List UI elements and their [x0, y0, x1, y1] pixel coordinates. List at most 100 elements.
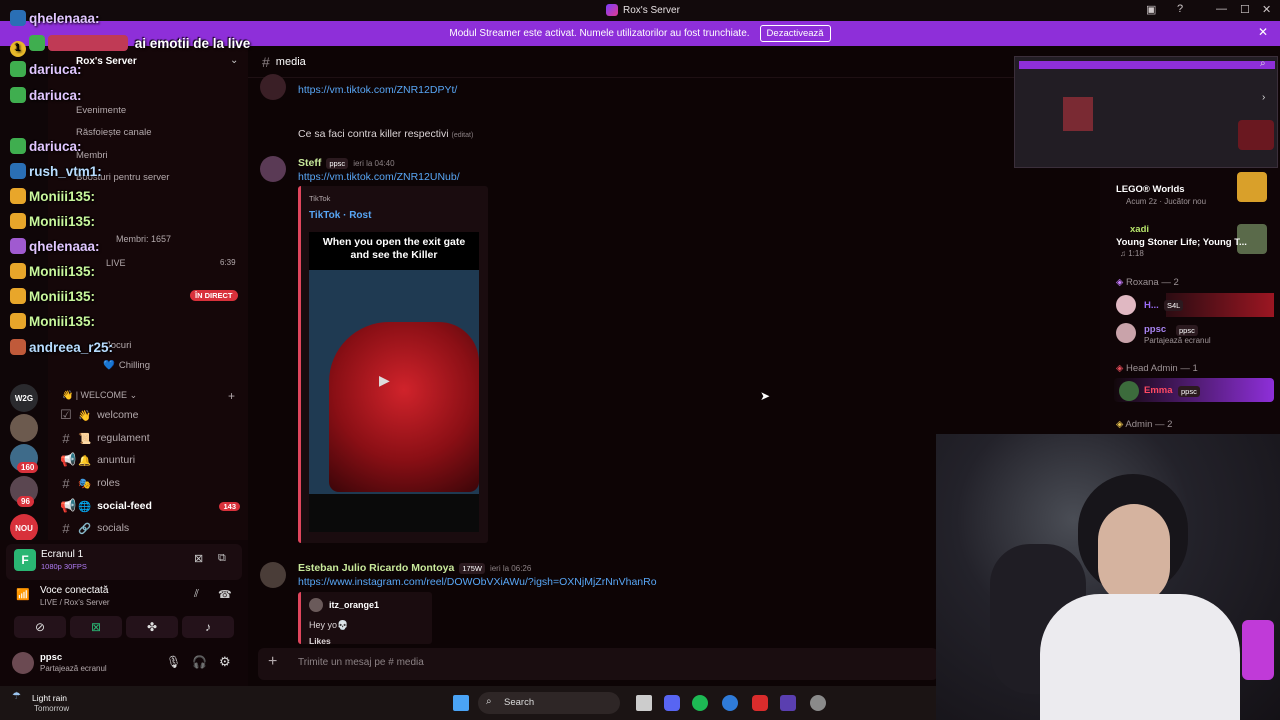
avatar[interactable]	[260, 562, 286, 588]
activity-name[interactable]: LEGO® Worlds	[1116, 184, 1185, 195]
timestamp: ieri la 04:40	[353, 158, 395, 168]
channel-socials[interactable]: # 🔗 socials	[60, 518, 129, 538]
server-mention-badge-2: 96	[17, 496, 34, 507]
banner-close-icon[interactable]: ✕	[1258, 25, 1268, 39]
live-channel[interactable]: LIVE	[106, 258, 126, 268]
server-w2g[interactable]: W2G	[10, 384, 38, 412]
chevron-down-icon[interactable]: ⌄	[230, 55, 238, 66]
channel-anunturi[interactable]: 📢 🔔 anunturi	[60, 450, 135, 470]
avatar[interactable]	[260, 74, 286, 100]
activity-song[interactable]: Young Stoner Life; Young T...	[1116, 237, 1247, 248]
app-red-icon[interactable]	[752, 695, 768, 711]
category-welcome[interactable]: 👋 | WELCOME ⌄	[62, 390, 137, 401]
menu-boosts[interactable]: Boosturi pentru server	[76, 172, 169, 183]
member-name[interactable]: H...	[1144, 300, 1159, 311]
search-icon[interactable]: ⌕	[1260, 58, 1266, 69]
user-avatar[interactable]	[12, 652, 34, 674]
channel-name: roles	[97, 477, 120, 489]
member-name[interactable]: Emma	[1144, 385, 1173, 396]
server-new-badge[interactable]: NOU	[10, 514, 38, 542]
message-link[interactable]: https://vm.tiktok.com/ZNR12UNub/	[298, 171, 460, 183]
hash-icon: #	[62, 475, 70, 491]
file-explorer-icon[interactable]	[636, 695, 652, 711]
close-window-button[interactable]: ✕	[1262, 3, 1271, 16]
member-group-admin: ◈ Admin — 2	[1116, 419, 1172, 430]
member-group-head-admin: ◈ Head Admin — 1	[1116, 363, 1198, 374]
screen-share-button[interactable]: ⊠	[70, 616, 122, 638]
menu-members[interactable]: Membri	[76, 150, 108, 161]
message-header: Esteban Julio Ricardo Montoya 175W ieri …	[298, 562, 531, 574]
menu-browse-channels[interactable]: Răsfoiește canale	[76, 127, 152, 138]
disconnect-icon[interactable]: ☎	[218, 588, 232, 601]
channel-welcome[interactable]: ☑ 👋 welcome	[60, 405, 138, 425]
maximize-button[interactable]: ☐	[1240, 3, 1250, 16]
close-stream-icon[interactable]: ⊠	[194, 552, 203, 565]
author-name[interactable]: Esteban Julio Ricardo Montoya	[298, 562, 454, 574]
microphone-icon[interactable]: 🎙	[166, 655, 181, 669]
live-badge: ÎN DIRECT	[190, 290, 238, 301]
play-icon[interactable]: ▶	[379, 372, 390, 389]
avatar[interactable]	[1116, 295, 1136, 315]
discord-icon[interactable]	[664, 695, 680, 711]
start-icon[interactable]	[453, 695, 469, 711]
message-link[interactable]: https://www.instagram.com/reel/DOWObVXiA…	[298, 576, 657, 588]
member-name[interactable]: ppsc	[1144, 324, 1166, 335]
channel-social-feed[interactable]: 📢 🌐 social-feed 143	[60, 496, 240, 516]
server-icon-cat[interactable]	[10, 414, 38, 442]
taskbar-search-label: Search	[504, 697, 535, 708]
soundboard-button[interactable]: ♪	[182, 616, 234, 638]
server-name[interactable]: Rox's Server	[76, 56, 137, 67]
channel-chilling[interactable]: 💙 Chilling	[103, 360, 150, 371]
instagram-embed: itz_orange1 Hey yo💀 Likes	[298, 592, 432, 646]
avatar[interactable]	[1119, 381, 1139, 401]
lego-game-icon	[1237, 172, 1267, 202]
avatar[interactable]	[260, 156, 286, 182]
channel-games[interactable]: Jocuri	[106, 340, 131, 351]
channel-name: social-feed	[97, 500, 152, 512]
embed-user[interactable]: itz_orange1	[329, 600, 379, 610]
activities-button[interactable]: ✤	[126, 616, 178, 638]
headphones-icon[interactable]: 🎧	[192, 655, 207, 669]
window-titlebar: Rox's Server ▣ ? — ☐ ✕	[0, 0, 1280, 21]
avatar[interactable]	[1116, 323, 1136, 343]
timestamp: ieri la 06:26	[489, 563, 532, 573]
channel-regulament[interactable]: # 📜 regulament	[60, 428, 150, 448]
voice-connected-sub[interactable]: LIVE / Rox's Server	[40, 598, 110, 607]
add-channel-icon[interactable]: +	[228, 389, 235, 403]
noise-suppress-icon[interactable]: ⫽	[194, 588, 199, 601]
add-attachment-icon[interactable]: +	[268, 653, 277, 671]
settings-gear-icon[interactable]: ⚙	[219, 654, 231, 670]
camera-off-button[interactable]: ⊘	[14, 616, 66, 638]
edge-icon[interactable]	[722, 695, 738, 711]
signal-icon: 📶	[16, 589, 30, 601]
voice-connected-title: Voce conectată	[40, 585, 109, 596]
message-link[interactable]: https://vm.tiktok.com/ZNR12DPYt/	[298, 84, 457, 96]
author-name[interactable]: Steff	[298, 157, 321, 169]
category-label: | WELCOME	[75, 390, 128, 400]
help-icon[interactable]: ?	[1177, 3, 1183, 15]
weather-title[interactable]: Light rain	[32, 693, 67, 703]
unread-badge: 143	[219, 501, 240, 511]
mouse-cursor: ➤	[760, 389, 771, 403]
spotify-icon[interactable]	[692, 695, 708, 711]
channel-name: regulament	[97, 432, 150, 444]
channel-roles[interactable]: # 🎭 roles	[60, 473, 120, 493]
disable-streamer-mode-button[interactable]: Dezactivează	[759, 25, 831, 42]
channel-emoji: 🔗	[78, 522, 92, 535]
menu-events[interactable]: Evenimente	[76, 105, 126, 116]
message-text: Ce sa faci contra killer respectivi (edi…	[298, 128, 473, 140]
weather-sub: Tomorrow	[34, 704, 70, 713]
app-purple-icon[interactable]	[780, 695, 796, 711]
inbox-icon[interactable]: ▣	[1146, 3, 1156, 16]
taskbar-search[interactable]: ⌕ Search	[478, 692, 620, 714]
obs-icon[interactable]	[810, 695, 826, 711]
video-thumbnail[interactable]: When you open the exit gate and see the …	[309, 232, 479, 532]
message-composer[interactable]: + Trimite un mesaj pe # media	[258, 648, 938, 680]
embed-title[interactable]: TikTok · Rost	[309, 210, 371, 221]
popout-icon[interactable]: ⧉	[218, 552, 226, 565]
minimize-button[interactable]: —	[1216, 3, 1227, 15]
screen-share-preview[interactable]	[1014, 56, 1278, 168]
chevron-right-icon[interactable]: ›	[1262, 92, 1265, 103]
activity-user[interactable]: xadi	[1130, 224, 1149, 235]
message-body: Ce sa faci contra killer respectivi	[298, 128, 449, 140]
